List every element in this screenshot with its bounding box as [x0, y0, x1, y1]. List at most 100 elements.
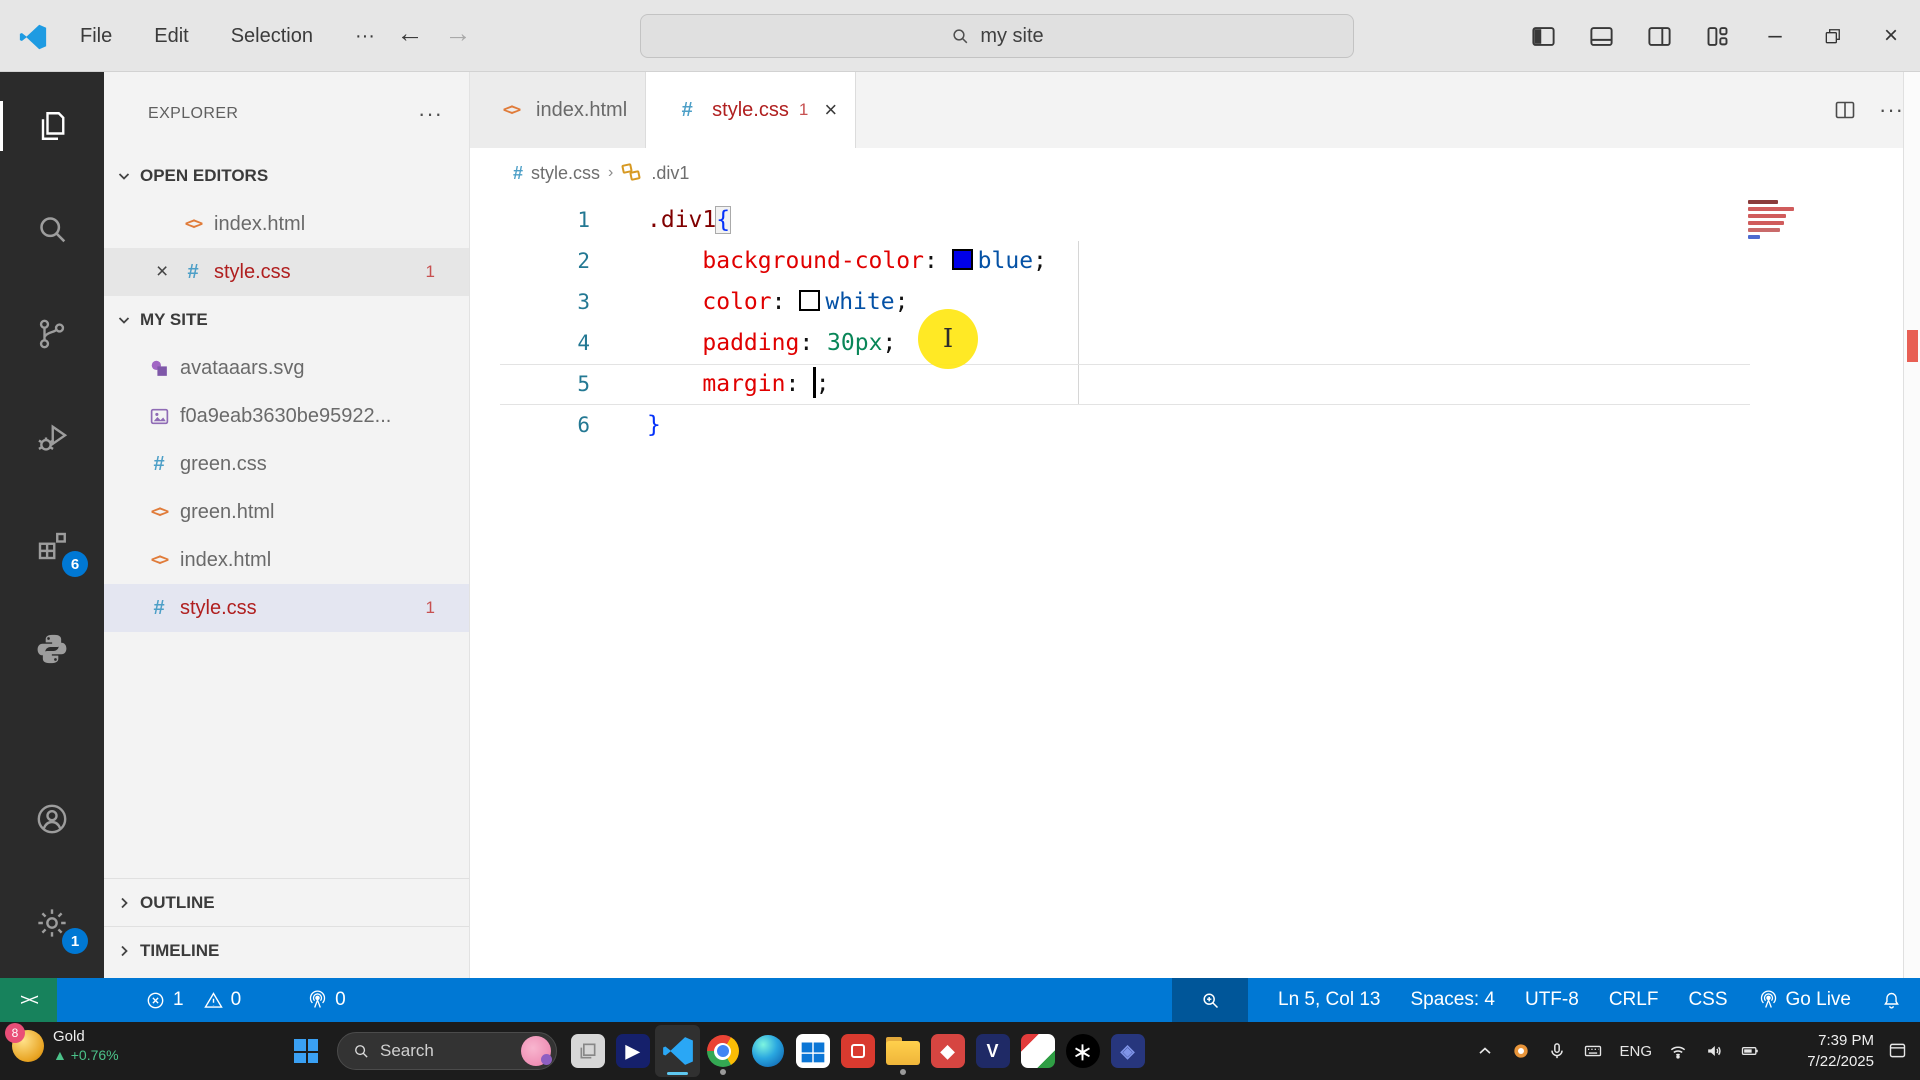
copilot-icon[interactable]: [1511, 1041, 1531, 1061]
activity-source-control-icon[interactable]: [0, 305, 104, 363]
file-item[interactable]: avataaars.svg: [104, 344, 469, 392]
code-text[interactable]: padding: 30px;: [647, 323, 896, 364]
code-token[interactable]: :: [924, 248, 952, 274]
notifications-bell-icon[interactable]: [1881, 990, 1902, 1011]
command-center-search[interactable]: my site: [640, 14, 1354, 58]
code-token[interactable]: color: [702, 289, 771, 315]
restore-button[interactable]: [1804, 0, 1862, 72]
breadcrumb-file[interactable]: style.css: [531, 163, 600, 184]
customize-layout-icon[interactable]: [1688, 0, 1746, 72]
code-token[interactable]: 30px: [827, 330, 882, 356]
ports-indicator[interactable]: 0: [307, 989, 346, 1011]
code-token[interactable]: ;: [1033, 248, 1047, 274]
code-token[interactable]: }: [647, 412, 661, 438]
code-token[interactable]: background-color: [702, 248, 924, 274]
code-token[interactable]: ;: [882, 330, 896, 356]
taskbar-photos-app-icon[interactable]: [565, 1025, 610, 1077]
menu-file[interactable]: File: [66, 19, 126, 54]
breadcrumb[interactable]: # style.css › .div1: [470, 148, 1920, 198]
activity-extensions-icon[interactable]: 6: [0, 517, 104, 577]
code-token[interactable]: :: [785, 371, 813, 397]
explorer-actions-icon[interactable]: ···: [418, 92, 443, 136]
taskbar-v-app-icon[interactable]: V: [970, 1025, 1015, 1077]
code-token[interactable]: [647, 248, 702, 274]
code-line[interactable]: 2 background-color: blue;: [500, 241, 1750, 282]
code-token[interactable]: [647, 289, 702, 315]
activity-python-icon[interactable]: [0, 620, 104, 678]
code-token[interactable]: :: [799, 330, 827, 356]
code-token[interactable]: ;: [895, 289, 909, 315]
indentation[interactable]: Spaces: 4: [1410, 989, 1495, 1011]
code-line[interactable]: 4 padding: 30px;: [500, 323, 1750, 364]
code-text[interactable]: .div1{: [647, 200, 732, 241]
code-line[interactable]: 6}: [500, 405, 1750, 446]
activity-explorer-icon[interactable]: [0, 97, 104, 155]
touch-keyboard-icon[interactable]: [1583, 1041, 1603, 1061]
battery-icon[interactable]: [1740, 1041, 1760, 1061]
zoom-indicator[interactable]: [1172, 978, 1249, 1022]
code-text[interactable]: background-color: blue;: [647, 241, 1047, 282]
close-editor-icon[interactable]: ×: [156, 260, 178, 284]
taskbar-chatgpt-icon[interactable]: ＊: [1060, 1025, 1105, 1077]
close-button[interactable]: ×: [1862, 0, 1920, 72]
taskbar-file-explorer-icon[interactable]: [880, 1025, 925, 1077]
taskbar-red-app-icon[interactable]: [835, 1025, 880, 1077]
minimap[interactable]: [1748, 200, 1804, 242]
toggle-sidebar-icon[interactable]: [1514, 0, 1572, 72]
code-line[interactable]: 5 margin: ;: [500, 364, 1750, 405]
code-token[interactable]: .div1: [647, 207, 716, 233]
section-my-site[interactable]: MY SITE: [104, 296, 469, 344]
code-text[interactable]: }: [647, 405, 661, 446]
code-editor[interactable]: 1 .div1{2 background-color: blue; 3 color:…: [500, 200, 1750, 446]
file-item[interactable]: <> green.html: [104, 488, 469, 536]
split-editor-icon[interactable]: [1833, 98, 1857, 122]
overview-ruler[interactable]: [1903, 72, 1920, 978]
color-swatch[interactable]: [799, 290, 821, 311]
taskbar-clock[interactable]: 7:39 PM 7/22/2025: [1807, 1030, 1874, 1072]
language-indicator[interactable]: ENG: [1619, 1043, 1652, 1060]
language-mode[interactable]: CSS: [1688, 989, 1727, 1011]
section-open-editors[interactable]: OPEN EDITORS: [104, 152, 469, 200]
code-text[interactable]: margin: ;: [647, 364, 830, 405]
code-token[interactable]: blue: [978, 248, 1033, 274]
nav-back-button[interactable]: ←: [392, 18, 428, 49]
code-token[interactable]: ;: [816, 371, 830, 397]
close-tab-icon[interactable]: ×: [824, 97, 837, 123]
activity-run-debug-icon[interactable]: [0, 409, 104, 467]
code-token[interactable]: [647, 330, 702, 356]
encoding[interactable]: UTF-8: [1525, 989, 1579, 1011]
eol-sequence[interactable]: CRLF: [1609, 989, 1659, 1011]
menu-[interactable]: ···: [341, 19, 389, 54]
code-token[interactable]: :: [772, 289, 800, 315]
code-line[interactable]: 3 color: white;: [500, 282, 1750, 323]
code-token[interactable]: margin: [702, 371, 785, 397]
problems-indicator[interactable]: 1 0: [145, 989, 241, 1011]
file-item[interactable]: # style.css 1: [104, 584, 469, 632]
file-item[interactable]: <> index.html: [104, 536, 469, 584]
go-live-button[interactable]: Go Live: [1758, 989, 1851, 1011]
menu-edit[interactable]: Edit: [140, 19, 202, 54]
section-timeline[interactable]: TIMELINE: [104, 926, 469, 974]
file-item[interactable]: f0a9eab3630be95922...: [104, 392, 469, 440]
code-text[interactable]: color: white;: [647, 282, 908, 323]
nav-forward-button[interactable]: →: [440, 18, 476, 49]
toggle-panel-icon[interactable]: [1572, 0, 1630, 72]
taskbar-microsoft-store-icon[interactable]: [790, 1025, 835, 1077]
open-editor-item[interactable]: <> index.html: [104, 200, 469, 248]
taskbar-media-app-icon[interactable]: ▶: [610, 1025, 655, 1077]
taskbar-canva-app-icon[interactable]: [1015, 1025, 1060, 1077]
taskbar-blue-app-icon[interactable]: ◈: [1105, 1025, 1150, 1077]
minimize-button[interactable]: –: [1746, 0, 1804, 72]
code-line[interactable]: 1 .div1{: [500, 200, 1750, 241]
taskbar-search[interactable]: Search: [337, 1032, 557, 1070]
breadcrumb-symbol[interactable]: .div1: [651, 163, 689, 184]
menu-selection[interactable]: Selection: [217, 19, 327, 54]
remote-indicator[interactable]: ><: [0, 978, 57, 1022]
volume-icon[interactable]: [1704, 1041, 1724, 1061]
activity-settings-icon[interactable]: 1: [0, 894, 104, 954]
tab-style-css[interactable]: # style.css 1 ×: [646, 72, 857, 148]
file-item[interactable]: # green.css: [104, 440, 469, 488]
tab-index-html[interactable]: <> index.html: [470, 72, 647, 148]
microphone-icon[interactable]: [1547, 1041, 1567, 1061]
start-button[interactable]: [290, 1035, 322, 1067]
